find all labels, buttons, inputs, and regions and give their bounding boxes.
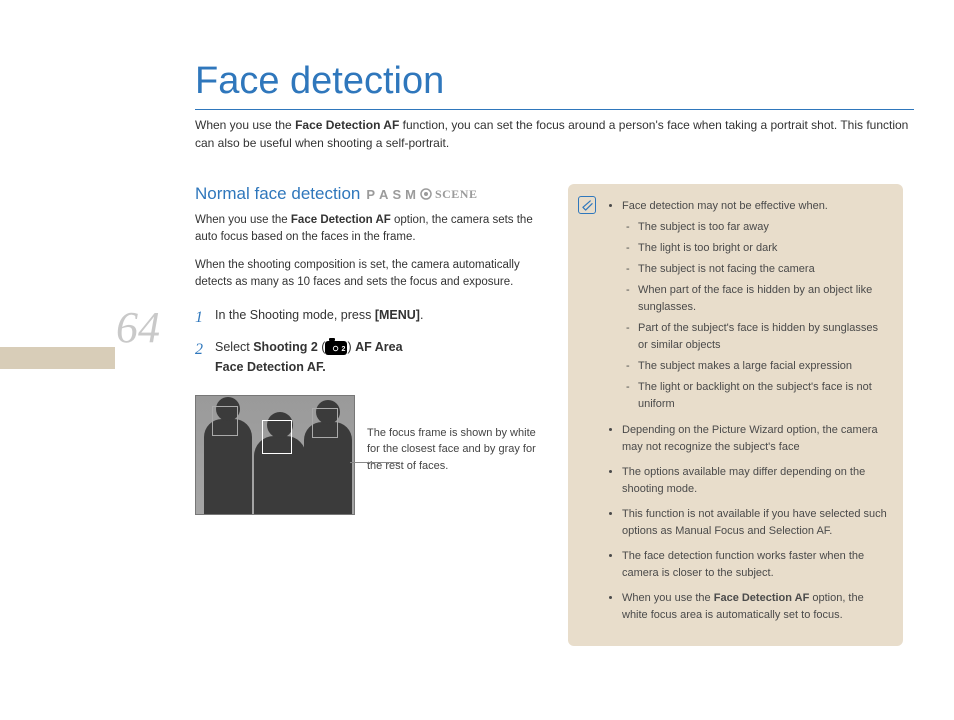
mode-scene-icon: SCENE — [435, 187, 478, 202]
step-number: 1 — [195, 305, 207, 331]
figure-row: The focus frame is shown by white for th… — [195, 395, 540, 515]
note-subitem: The light is too bright or dark — [626, 240, 887, 257]
section-heading: Normal face detection P A S M SCENE — [195, 184, 540, 204]
note-subitem: The subject is too far away — [626, 219, 887, 236]
page-title: Face detection — [195, 60, 914, 103]
intro-paragraph: When you use the Face Detection AF funct… — [195, 109, 914, 152]
callout-line — [350, 462, 400, 463]
right-column: Face detection may not be effective when… — [568, 184, 903, 646]
mode-icons: P A S M SCENE — [366, 187, 477, 202]
step-1: 1 In the Shooting mode, press [MENU]. — [195, 305, 540, 331]
note-item: Depending on the Picture Wizard option, … — [622, 422, 887, 456]
note-subitem: Part of the subject's face is hidden by … — [626, 320, 887, 354]
note-subitem: The light or backlight on the subject's … — [626, 379, 887, 413]
page-number-tab: 64 — [0, 302, 170, 369]
note-item: The face detection function works faster… — [622, 548, 887, 582]
camera-icon: 2 — [325, 341, 347, 355]
note-subitem: The subject is not facing the camera — [626, 261, 887, 278]
note-item: This function is not available if you ha… — [622, 506, 887, 540]
focus-frame-gray — [212, 406, 238, 436]
note-subitem: The subject makes a large facial express… — [626, 358, 887, 375]
mode-s-icon: S — [392, 187, 402, 202]
lens-icon — [420, 188, 432, 200]
note-icon — [578, 196, 596, 214]
step-2: 2 Select Shooting 2 (2) AF AreaFace Dete… — [195, 337, 540, 377]
body-paragraph-2: When the shooting composition is set, th… — [195, 257, 540, 292]
note-box: Face detection may not be effective when… — [568, 184, 903, 646]
note-item: The options available may differ dependi… — [622, 464, 887, 498]
focus-frame-white — [262, 420, 292, 454]
left-column: Normal face detection P A S M SCENE When… — [195, 184, 540, 646]
step-number: 2 — [195, 337, 207, 377]
example-figure — [195, 395, 355, 515]
mode-m-icon: M — [405, 187, 417, 202]
page-tab-bar — [0, 347, 115, 369]
body-paragraph-1: When you use the Face Detection AF optio… — [195, 212, 540, 247]
focus-frame-gray — [312, 408, 338, 438]
mode-p-icon: P — [366, 187, 376, 202]
note-item: When you use the Face Detection AF optio… — [622, 590, 887, 624]
mode-a-icon: A — [379, 187, 389, 202]
note-item: Face detection may not be effective when… — [622, 198, 887, 414]
page-number: 64 — [0, 302, 170, 353]
note-sublist: The subject is too far away The light is… — [622, 219, 887, 413]
steps-list: 1 In the Shooting mode, press [MENU]. 2 … — [195, 305, 540, 377]
note-subitem: When part of the face is hidden by an ob… — [626, 282, 887, 316]
